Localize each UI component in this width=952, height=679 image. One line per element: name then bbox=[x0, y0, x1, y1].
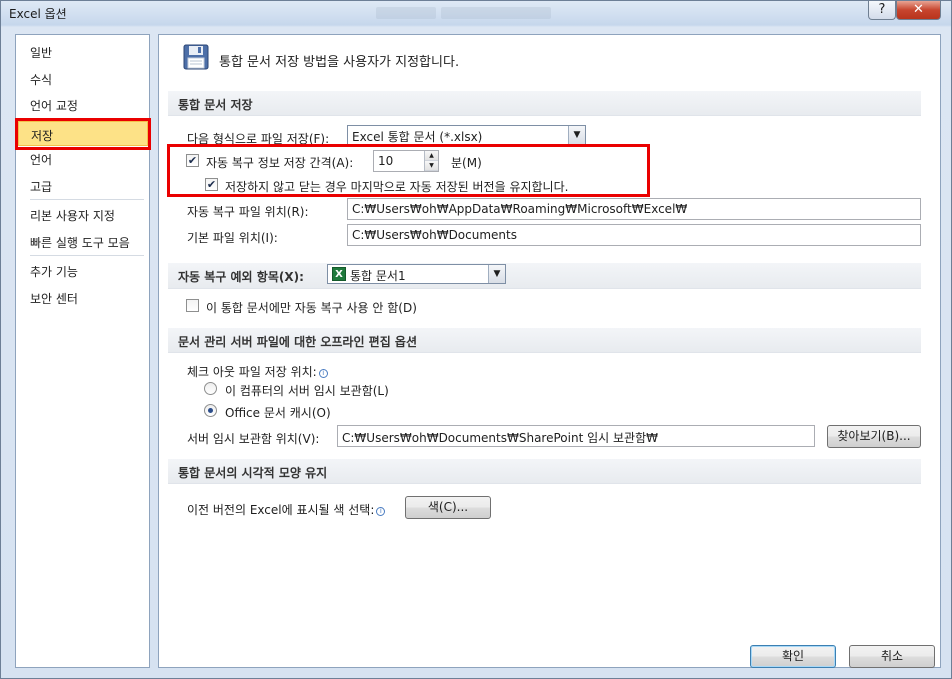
exception-workbook-value: 통합 문서1 bbox=[350, 269, 406, 283]
disable-autorecover-label: 이 통합 문서에만 자동 복구 사용 안 함(D) bbox=[206, 301, 417, 315]
sidebar-item-customize-ribbon[interactable]: 리본 사용자 지정 bbox=[30, 207, 115, 224]
help-button[interactable]: ? bbox=[868, 1, 896, 20]
chevron-down-icon: ▼ bbox=[568, 126, 585, 144]
highlight-box bbox=[167, 144, 650, 197]
default-location-input[interactable]: C:₩Users₩oh₩Documents bbox=[347, 224, 921, 246]
section-header-autorecover-exceptions: 자동 복구 예외 항목(X): bbox=[168, 263, 921, 289]
excel-options-dialog: Excel 옵션 ? ✕ 일반 수식 언어 교정 저장 언어 고급 리본 사용자… bbox=[0, 0, 952, 679]
blurred-title-fragment bbox=[441, 7, 551, 19]
sidebar-item-general[interactable]: 일반 bbox=[30, 44, 52, 61]
section-header-offline-editing: 문서 관리 서버 파일에 대한 오프라인 편집 옵션 bbox=[168, 328, 921, 353]
section-header-save: 통합 문서 저장 bbox=[168, 91, 921, 116]
radio-server-drafts-label: 이 컴퓨터의 서버 임시 보관함(L) bbox=[225, 384, 389, 398]
sidebar-item-formulas[interactable]: 수식 bbox=[30, 71, 52, 88]
section-title: 문서 관리 서버 파일에 대한 오프라인 편집 옵션 bbox=[178, 335, 418, 349]
drafts-location-label: 서버 임시 보관함 위치(V): bbox=[187, 432, 320, 446]
excel-workbook-icon: X bbox=[332, 267, 346, 281]
sidebar-item-language[interactable]: 언어 bbox=[30, 151, 52, 168]
sidebar-divider bbox=[30, 199, 144, 200]
info-icon: i bbox=[376, 507, 386, 516]
radio-office-cache[interactable] bbox=[204, 404, 217, 417]
chevron-down-icon: ▼ bbox=[488, 265, 505, 283]
autorecover-location-input[interactable]: C:₩Users₩oh₩AppData₩Roaming₩Microsoft₩Ex… bbox=[347, 198, 921, 220]
options-content: 통합 문서 저장 방법을 사용자가 지정합니다. 통합 문서 저장 다음 형식으… bbox=[158, 34, 941, 668]
sidebar-item-quick-access-toolbar[interactable]: 빠른 실행 도구 모음 bbox=[30, 234, 130, 251]
sidebar-item-trust-center[interactable]: 보안 센터 bbox=[30, 290, 78, 307]
close-button[interactable]: ✕ bbox=[896, 1, 941, 20]
radio-office-cache-label: Office 문서 캐시(O) bbox=[225, 406, 331, 420]
disable-autorecover-checkbox[interactable] bbox=[186, 299, 199, 312]
page-description: 통합 문서 저장 방법을 사용자가 지정합니다. bbox=[219, 55, 460, 70]
colors-label-text: 이전 버전의 Excel에 표시될 색 선택: bbox=[187, 503, 375, 517]
section-title: 통합 문서의 시각적 모양 유지 bbox=[178, 466, 328, 480]
sidebar-item-advanced[interactable]: 고급 bbox=[30, 178, 52, 195]
section-title: 통합 문서 저장 bbox=[178, 98, 253, 112]
drafts-location-input[interactable]: C:₩Users₩oh₩Documents₩SharePoint 임시 보관함₩ bbox=[337, 425, 815, 447]
save-format-value: Excel 통합 문서 (*.xlsx) bbox=[352, 130, 483, 144]
window-title: Excel 옵션 bbox=[9, 7, 67, 21]
sidebar-item-add-ins[interactable]: 추가 기능 bbox=[30, 263, 78, 280]
browse-button[interactable]: 찾아보기(B)... bbox=[827, 425, 921, 448]
default-location-label: 기본 파일 위치(I): bbox=[187, 231, 278, 245]
cancel-button[interactable]: 취소 bbox=[849, 645, 935, 668]
save-format-dropdown[interactable]: Excel 통합 문서 (*.xlsx) ▼ bbox=[347, 125, 586, 145]
floppy-disk-icon bbox=[183, 44, 209, 73]
highlight-box bbox=[15, 118, 151, 150]
checkout-location-label: 체크 아웃 파일 저장 위치: i bbox=[187, 363, 328, 380]
checkout-location-text: 체크 아웃 파일 저장 위치: bbox=[187, 365, 317, 379]
sidebar-item-proofing[interactable]: 언어 교정 bbox=[30, 97, 78, 114]
section-title: 자동 복구 예외 항목(X): bbox=[178, 270, 304, 284]
info-icon: i bbox=[318, 369, 328, 378]
blurred-title-fragment bbox=[376, 7, 436, 19]
ok-button[interactable]: 확인 bbox=[750, 645, 836, 668]
sidebar-divider bbox=[30, 255, 144, 256]
title-bar[interactable]: Excel 옵션 ? ✕ bbox=[1, 1, 951, 25]
colors-button[interactable]: 색(C)... bbox=[405, 496, 491, 519]
autorecover-location-label: 자동 복구 파일 위치(R): bbox=[187, 205, 309, 219]
exception-workbook-dropdown[interactable]: X 통합 문서1 ▼ bbox=[327, 264, 506, 284]
section-header-visual-appearance: 통합 문서의 시각적 모양 유지 bbox=[168, 459, 921, 484]
colors-label: 이전 버전의 Excel에 표시될 색 선택: i bbox=[187, 501, 386, 518]
radio-server-drafts[interactable] bbox=[204, 382, 217, 395]
